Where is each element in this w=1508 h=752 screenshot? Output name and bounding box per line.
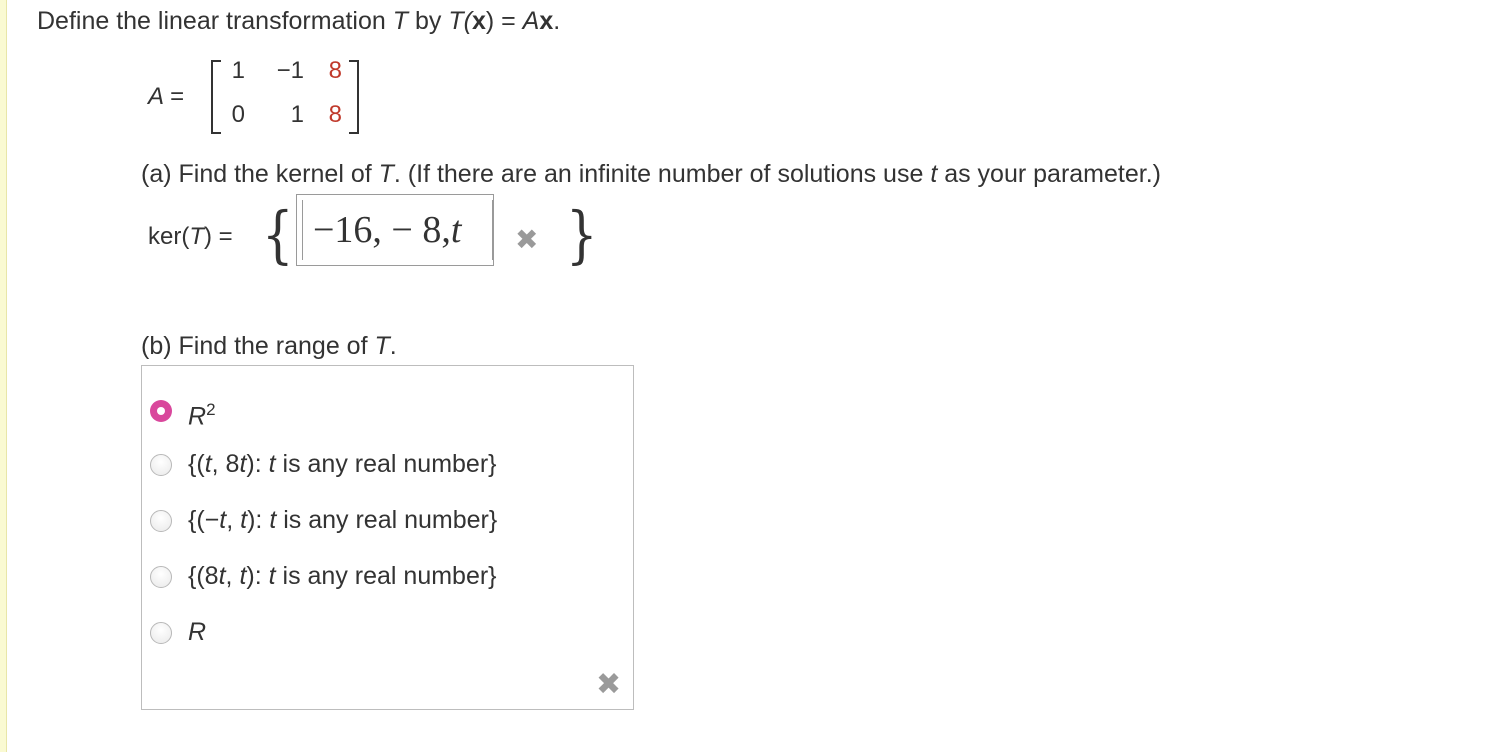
kernel-answer-field[interactable]: −16, − 8,t <box>296 194 494 266</box>
incorrect-x-icon: ✖ <box>515 224 539 255</box>
part-a-prompt: (a) Find the kernel of T. (If there are … <box>141 160 1161 188</box>
matrix-label: A = <box>148 83 184 110</box>
radio-icon[interactable] <box>150 454 172 476</box>
matrix-cell-r2c3: 8 <box>328 101 342 128</box>
matrix-cell-r1c3: 8 <box>328 57 342 84</box>
radio-icon[interactable] <box>150 510 172 532</box>
choice-label: {(t, 8t): t is any real number} <box>188 450 497 478</box>
close-brace: } <box>565 198 598 271</box>
matrix-cell-r1c2: −1 <box>276 57 304 84</box>
choice-8t-t[interactable]: {(8t, t): t is any real number} <box>142 558 622 598</box>
choice-neg-t-t[interactable]: {(−t, t): t is any real number} <box>142 502 622 542</box>
kernel-label: ker(T) = <box>148 223 233 250</box>
choice-label: {(8t, t): t is any real number} <box>188 562 497 590</box>
choice-label: R2 <box>188 400 216 431</box>
matrix-cell-r2c2: 1 <box>290 101 304 128</box>
matrix-cell-r1c1: 1 <box>231 57 245 84</box>
choice-label: R <box>188 618 207 646</box>
matrix-cell-r2c1: 0 <box>231 101 245 128</box>
radio-selected-icon[interactable] <box>150 400 172 422</box>
incorrect-x-icon: ✖ <box>596 668 622 701</box>
range-choices-group: R2 {(t, 8t): t is any real number} {(−t,… <box>141 365 634 710</box>
open-brace: { <box>261 198 294 271</box>
choice-label: {(−t, t): t is any real number} <box>188 506 498 534</box>
kernel-answer-value[interactable]: −16, − 8,t <box>302 200 493 260</box>
choice-r[interactable]: R <box>142 614 622 654</box>
radio-icon[interactable] <box>150 622 172 644</box>
radio-icon[interactable] <box>150 566 172 588</box>
left-edge-strip <box>0 0 7 752</box>
question-statement: Define the linear transformation T by T(… <box>37 7 561 35</box>
part-b-prompt: (b) Find the range of T. <box>141 332 397 360</box>
choice-t-8t[interactable]: {(t, 8t): t is any real number} <box>142 446 622 486</box>
choice-r2[interactable]: R2 <box>142 392 622 432</box>
matrix-right-bracket <box>349 60 359 134</box>
